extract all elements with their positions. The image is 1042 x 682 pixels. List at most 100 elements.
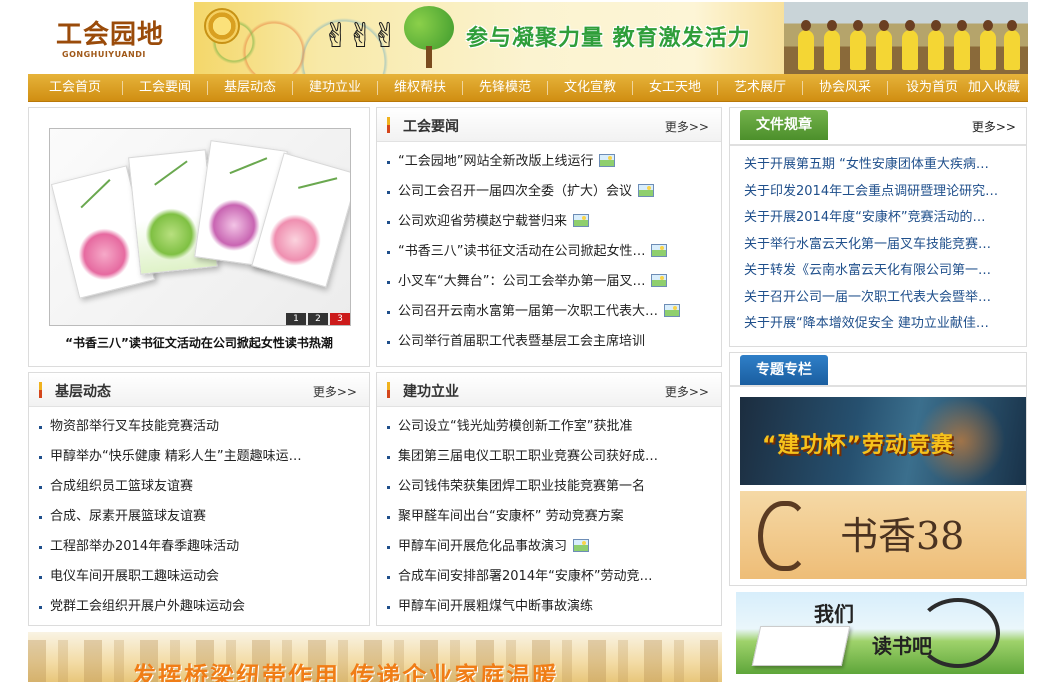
news-link[interactable]: 小叉车“大舞台”：公司工会举办第一届叉… [398, 274, 645, 289]
panel-header: 工会要闻 更多>> [377, 108, 721, 142]
more-link[interactable]: 更多>> [665, 383, 709, 400]
list-item: 合成、尿素开展篮球友谊赛 [39, 502, 361, 532]
set-home-link[interactable]: 设为首页 [906, 74, 958, 102]
more-link[interactable]: 更多>> [665, 118, 709, 135]
nav-separator [887, 80, 888, 95]
site-logo[interactable]: 工会园地 GONGHUIYUANDI [28, 2, 194, 74]
news-link[interactable]: 电仪车间开展职工趣味运动会 [50, 569, 219, 584]
open-book-icon [751, 626, 851, 666]
grassroots-list: 物资部举行叉车技能竞赛活动 甲醇举办“快乐健康 精彩人生”主题趣味运… 合成组织… [39, 412, 361, 622]
logo-subtitle: GONGHUIYUANDI [62, 50, 146, 59]
document-link[interactable]: 关于开展第五期 “女性安康团体重大疾病… [744, 152, 1016, 179]
list-item: 甲醇车间开展危化品事故演习 [387, 532, 713, 562]
reading-club-banner[interactable]: 我们 读书吧 [736, 592, 1024, 674]
documents-list: 关于开展第五期 “女性安康团体重大疾病… 关于印发2014年工会重点调研暨理论研… [744, 152, 1016, 338]
slide-page-2[interactable]: 2 [308, 313, 328, 325]
news-link[interactable]: 合成、尿素开展篮球友谊赛 [50, 509, 206, 524]
news-link[interactable]: 合成组织员工篮球友谊赛 [50, 479, 193, 494]
jumping-figures-icon: ✌✌✌ [322, 16, 399, 56]
slide-page-3[interactable]: 3 [330, 313, 350, 325]
list-item: 公司钱伟荣获集团焊工职业技能竞赛第一名 [387, 472, 713, 502]
slide-caption[interactable]: “书香三八”读书征文活动在公司掀起女性读书热潮 [29, 334, 369, 351]
document-link[interactable]: 关于开展2014年度“安康杯”竞赛活动的… [744, 205, 1016, 232]
slide-image[interactable]: 1 2 3 [49, 128, 351, 326]
woman-reading-icon [758, 501, 808, 571]
news-link[interactable]: 合成车间安排部署2014年“安康杯”劳动竞… [398, 569, 653, 584]
news-link[interactable]: 甲醇举办“快乐健康 精彩人生”主题趣味运… [50, 449, 302, 464]
banner-slogan: 参与凝聚力量 教育激发活力 [466, 26, 751, 51]
list-item: 集团第三届电仪工职工职业竞赛公司获好成… [387, 442, 713, 472]
nav-utilities: 设为首页 加入收藏 [906, 74, 1028, 102]
nav-item-women[interactable]: 女工天地 [633, 74, 717, 102]
news-link[interactable]: 集团第三届电仪工职工职业竞赛公司获好成… [398, 449, 658, 464]
list-item: 聚甲醛车间出台“安康杯” 劳动竞赛方案 [387, 502, 713, 532]
more-link[interactable]: 更多>> [972, 118, 1016, 135]
news-link[interactable]: 聚甲醛车间出台“安康杯” 劳动竞赛方案 [398, 509, 624, 524]
header-marker-icon [387, 382, 390, 398]
slide-page-1[interactable]: 1 [286, 313, 306, 325]
nav-item-culture[interactable]: 文化宣教 [548, 74, 632, 102]
image-icon [599, 154, 616, 167]
nav-item-associations[interactable]: 协会风采 [803, 74, 887, 102]
panel-title: 基层动态 [55, 384, 111, 400]
document-link[interactable]: 关于转发《云南水富云天化有限公司第一… [744, 258, 1016, 285]
news-link[interactable]: 公司欢迎省劳模赵宁载誉归来 [398, 214, 567, 229]
bottom-banner[interactable]: 发挥桥梁纽带作用 传递企业家庭温暖 [28, 632, 722, 682]
bookmark-link[interactable]: 加入收藏 [968, 74, 1020, 102]
news-link[interactable]: 公司举行首届职工代表暨基层工会主席培训 [398, 334, 645, 349]
tree-icon [404, 6, 454, 70]
documents-panel: 文件规章 更多>> 关于开展第五期 “女性安康团体重大疾病… 关于印发2014年… [729, 107, 1027, 347]
nav-item-art[interactable]: 艺术展厅 [718, 74, 802, 102]
list-item: 党群工会组织开展户外趣味运动会 [39, 592, 361, 622]
news-link[interactable]: 公司设立“钱光灿劳模创新工作室”获批准 [398, 419, 632, 434]
panel-title: 工会要闻 [403, 119, 459, 135]
news-link[interactable]: 党群工会组织开展户外趣味运动会 [50, 599, 245, 614]
labor-competition-banner[interactable]: “建功杯”劳动竞赛 [740, 397, 1026, 485]
document-link[interactable]: 关于开展“降本增效促安全 建功立业献佳… [744, 311, 1016, 338]
panel-title: 建功立业 [403, 384, 459, 400]
nav-item-union-news[interactable]: 工会要闻 [123, 74, 207, 102]
bottom-banner-text: 发挥桥梁纽带作用 传递企业家庭温暖 [132, 662, 559, 682]
special-column-panel: 专题专栏 “建功杯”劳动竞赛 书香38 [729, 352, 1027, 586]
list-item: 公司举行首届职工代表暨基层工会主席培训 [387, 327, 713, 357]
image-icon [651, 274, 668, 287]
news-link[interactable]: 甲醇车间开展粗煤气中断事故演练 [398, 599, 593, 614]
list-item: 工程部举办2014年春季趣味活动 [39, 532, 361, 562]
nav-item-grassroots[interactable]: 基层动态 [208, 74, 292, 102]
banner-photo [784, 2, 1028, 74]
header-marker-icon [39, 382, 42, 398]
main-nav: 工会首页 工会要闻 基层动态 建功立业 维权帮扶 先锋模范 文化宣教 女工天地 … [28, 74, 1028, 102]
news-link[interactable]: 工程部举办2014年春季趣味活动 [50, 539, 239, 554]
news-link[interactable]: 公司召开云南水富第一届第一次职工代表大… [398, 304, 658, 319]
document-link[interactable]: 关于印发2014年工会重点调研暨理论研究… [744, 179, 1016, 206]
image-icon [651, 244, 668, 257]
nav-item-merit[interactable]: 建功立业 [293, 74, 377, 102]
nav-item-models[interactable]: 先锋模范 [463, 74, 547, 102]
logo-title: 工会园地 [56, 20, 165, 50]
list-item: 公司设立“钱光灿劳模创新工作室”获批准 [387, 412, 713, 442]
news-link[interactable]: 公司钱伟荣获集团焊工职业技能竞赛第一名 [398, 479, 645, 494]
nav-item-home[interactable]: 工会首页 [28, 74, 122, 102]
list-item: 电仪车间开展职工趣味运动会 [39, 562, 361, 592]
nav-item-rights[interactable]: 维权帮扶 [378, 74, 462, 102]
slide-pager: 1 2 3 [284, 313, 350, 325]
list-item: 公司工会召开一届四次全委（扩大）会议 [387, 177, 713, 207]
news-link[interactable]: “工会园地”网站全新改版上线运行 [398, 154, 593, 169]
union-news-panel: 工会要闻 更多>> “工会园地”网站全新改版上线运行 公司工会召开一届四次全委（… [376, 107, 722, 367]
image-icon [573, 539, 590, 552]
grassroots-panel: 基层动态 更多>> 物资部举行叉车技能竞赛活动 甲醇举办“快乐健康 精彩人生”主… [28, 372, 370, 626]
header-marker-icon [387, 117, 390, 133]
news-link[interactable]: 公司工会召开一届四次全委（扩大）会议 [398, 184, 632, 199]
news-link[interactable]: 物资部举行叉车技能竞赛活动 [50, 419, 219, 434]
list-item: 公司召开云南水富第一届第一次职工代表大… [387, 297, 713, 327]
image-icon [573, 214, 590, 227]
document-link[interactable]: 关于召开公司一届一次职工代表大会暨举… [744, 285, 1016, 312]
document-link[interactable]: 关于举行水富云天化第一届叉车技能竞赛… [744, 232, 1016, 259]
list-item: “工会园地”网站全新改版上线运行 [387, 147, 713, 177]
more-link[interactable]: 更多>> [313, 383, 357, 400]
news-link[interactable]: “书香三八”读书征文活动在公司掀起女性… [398, 244, 645, 259]
reading-line-2: 读书吧 [872, 634, 932, 658]
news-link[interactable]: 甲醇车间开展危化品事故演习 [398, 539, 567, 554]
promo-title: 书香38 [840, 514, 965, 558]
women-reading-banner[interactable]: 书香38 [740, 491, 1026, 579]
